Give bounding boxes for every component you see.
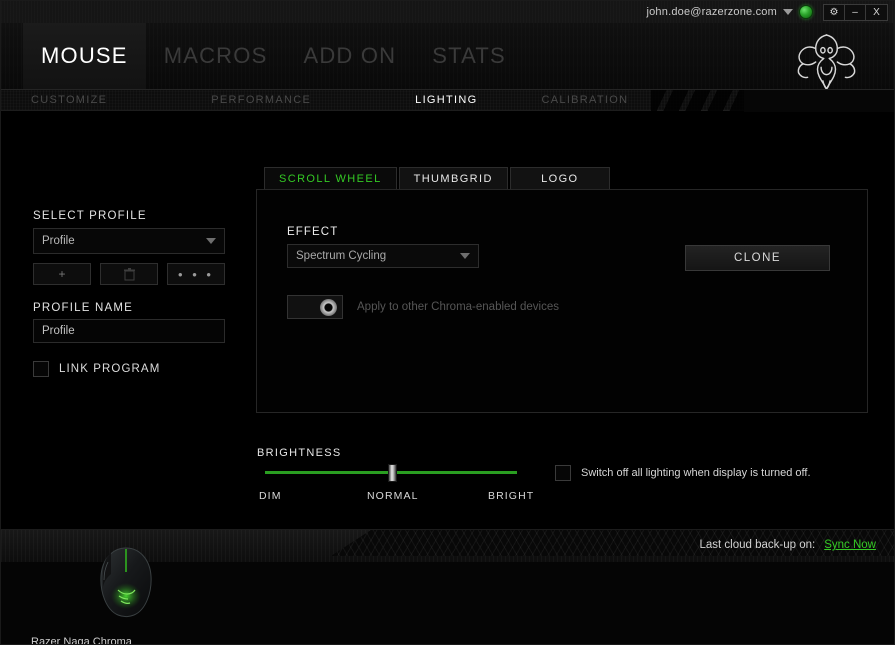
switch-off-lighting-checkbox[interactable]: [555, 465, 571, 481]
apply-to-other-devices-toggle[interactable]: [287, 295, 343, 319]
header: MOUSE MACROS ADD ON STATS: [1, 23, 894, 90]
effect-select-dropdown[interactable]: Spectrum Cycling: [287, 244, 479, 268]
lighting-content-panel: EFFECT Spectrum Cycling Apply to other C…: [256, 189, 868, 413]
sub-navigation: CUSTOMIZE PERFORMANCE LIGHTING CALIBRATI…: [1, 89, 894, 112]
cloud-backup-bar: Last cloud back-up on: Sync Now: [690, 536, 887, 554]
plus-icon: +: [58, 267, 66, 281]
subtab-performance[interactable]: PERFORMANCE: [197, 94, 325, 106]
tab-mouse[interactable]: MOUSE: [23, 23, 146, 89]
switch-off-lighting-label: Switch off all lighting when display is …: [581, 467, 811, 479]
tab-scroll-wheel[interactable]: SCROLL WHEEL: [264, 167, 397, 189]
settings-button[interactable]: ⚙: [824, 4, 845, 20]
mouse-image: [78, 544, 174, 622]
brightness-tick-dim: DIM: [259, 490, 282, 502]
effect-label: EFFECT: [287, 226, 339, 238]
main-navigation: MOUSE MACROS ADD ON STATS: [1, 23, 524, 89]
subnav-right-fill: [744, 90, 894, 112]
trash-icon: [123, 267, 135, 280]
delete-profile-button[interactable]: [100, 263, 158, 285]
link-program-label: LINK PROGRAM: [59, 363, 161, 375]
sync-now-link[interactable]: Sync Now: [824, 539, 876, 551]
tab-stats[interactable]: STATS: [414, 23, 524, 89]
device-card[interactable]: Razer Naga Chroma: [31, 544, 221, 645]
subnav-decoration: [651, 90, 746, 112]
profile-select-value: Profile: [42, 235, 75, 247]
subtab-calibration[interactable]: CALIBRATION: [528, 94, 643, 106]
tab-logo[interactable]: LOGO: [509, 167, 610, 189]
profile-name-input[interactable]: [33, 319, 225, 343]
select-profile-label: SELECT PROFILE: [33, 210, 147, 222]
titlebar: john.doe@razerzone.com ⚙ – X: [1, 1, 894, 23]
ellipsis-icon: • • •: [178, 266, 214, 282]
profile-select-dropdown[interactable]: Profile: [33, 228, 225, 254]
account-email: john.doe@razerzone.com: [646, 6, 777, 18]
brightness-tick-bright: BRIGHT: [488, 490, 535, 502]
window-controls: ⚙ – X: [823, 3, 888, 21]
chevron-down-icon[interactable]: [783, 9, 793, 15]
link-program-checkbox[interactable]: [33, 361, 49, 377]
lighting-zone-tabs: SCROLL WHEEL THUMBGRID LOGO: [264, 167, 612, 189]
account-menu[interactable]: john.doe@razerzone.com: [646, 5, 813, 19]
effect-select-value: Spectrum Cycling: [296, 250, 387, 262]
razer-synapse-window: john.doe@razerzone.com ⚙ – X MOUSE MACRO…: [0, 0, 895, 645]
tab-thumbgrid[interactable]: THUMBGRID: [398, 167, 508, 189]
razer-logo: [797, 34, 856, 90]
apply-to-other-devices-row: Apply to other Chroma-enabled devices: [287, 295, 559, 319]
link-program-row[interactable]: LINK PROGRAM: [33, 361, 160, 377]
more-options-button[interactable]: • • •: [167, 263, 225, 285]
subtab-lighting[interactable]: LIGHTING: [401, 94, 491, 106]
tab-addon[interactable]: ADD ON: [285, 23, 414, 89]
profile-name-label: PROFILE NAME: [33, 302, 134, 314]
chevron-down-icon: [206, 238, 216, 244]
clone-button[interactable]: CLONE: [685, 245, 830, 271]
apply-to-other-devices-label: Apply to other Chroma-enabled devices: [357, 301, 560, 313]
switch-off-lighting-row[interactable]: Switch off all lighting when display is …: [555, 465, 811, 481]
brightness-label: BRIGHTNESS: [257, 447, 342, 459]
profile-sidebar: SELECT PROFILE Profile + • • • PROFILE N…: [1, 112, 247, 528]
device-name: Razer Naga Chroma: [31, 636, 132, 645]
brightness-slider-handle[interactable]: [388, 464, 397, 482]
subtab-customize[interactable]: CUSTOMIZE: [17, 94, 121, 106]
minimize-button[interactable]: –: [845, 4, 866, 20]
close-button[interactable]: X: [866, 4, 887, 20]
backup-text: Last cloud back-up on:: [699, 539, 816, 551]
tab-macros[interactable]: MACROS: [146, 23, 286, 89]
footer: Last cloud back-up on: Sync Now Razer Na…: [1, 529, 894, 645]
toggle-knob-icon: [320, 298, 337, 316]
profile-actions: + • • •: [33, 263, 225, 285]
chevron-down-icon: [460, 253, 470, 259]
add-profile-button[interactable]: +: [33, 263, 91, 285]
brightness-tick-normal: NORMAL: [367, 490, 419, 502]
status-online-icon: [799, 5, 813, 19]
